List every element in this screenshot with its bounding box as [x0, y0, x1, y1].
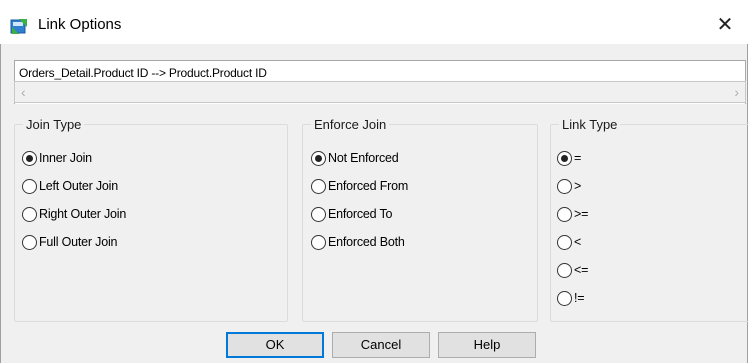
close-icon: ✕	[716, 14, 734, 36]
radio-label: >=	[574, 207, 589, 221]
radio-label: Left Outer Join	[39, 179, 118, 193]
radio-enforced-from[interactable]: Enforced From	[311, 177, 408, 195]
radio-full-outer-join[interactable]: Full Outer Join	[22, 233, 117, 251]
radio-link-not-equal[interactable]: !=	[557, 289, 585, 307]
radio-button[interactable]	[311, 178, 326, 194]
radio-link-greater-equal[interactable]: >=	[557, 205, 588, 223]
radio-button[interactable]	[22, 178, 37, 194]
join-type-title: Join Type	[23, 117, 85, 132]
enforce-join-title: Enforce Join	[311, 117, 390, 132]
radio-label: Full Outer Join	[39, 235, 118, 249]
horizontal-scrollbar[interactable]: ‹ ›	[14, 81, 746, 103]
radio-link-equal[interactable]: =	[557, 149, 581, 167]
radio-enforced-to[interactable]: Enforced To	[311, 205, 392, 223]
radio-button[interactable]	[557, 290, 572, 306]
radio-label: Enforced Both	[328, 235, 405, 249]
radio-left-outer-join[interactable]: Left Outer Join	[22, 177, 118, 195]
radio-link-less-equal[interactable]: <=	[557, 261, 588, 279]
radio-button[interactable]	[311, 234, 326, 250]
scroll-left-icon[interactable]: ‹	[21, 84, 26, 100]
radio-link-less[interactable]: <	[557, 233, 581, 251]
radio-label: Enforced From	[328, 179, 409, 193]
radio-button-checked[interactable]	[22, 150, 37, 166]
ok-button[interactable]: OK	[226, 332, 324, 358]
radio-button-checked[interactable]	[311, 150, 326, 166]
title-bar: Link Options ✕	[0, 0, 748, 44]
link-type-title: Link Type	[559, 117, 621, 132]
radio-button[interactable]	[557, 234, 572, 250]
radio-button[interactable]	[557, 206, 572, 222]
close-button[interactable]: ✕	[708, 8, 742, 42]
radio-label: Right Outer Join	[39, 207, 127, 221]
link-options-app-icon	[10, 19, 27, 34]
radio-label: <=	[574, 263, 589, 277]
radio-button[interactable]	[311, 206, 326, 222]
radio-label: !=	[574, 291, 585, 305]
radio-label: >	[574, 179, 582, 193]
radio-button-checked[interactable]	[557, 150, 572, 166]
radio-inner-join[interactable]: Inner Join	[22, 149, 92, 167]
radio-link-greater[interactable]: >	[557, 177, 581, 195]
radio-label: Enforced To	[328, 207, 393, 221]
radio-label: Not Enforced	[328, 151, 399, 165]
radio-enforced-both[interactable]: Enforced Both	[311, 233, 405, 251]
radio-button[interactable]	[557, 178, 572, 194]
radio-label: =	[574, 151, 582, 165]
radio-label: <	[574, 235, 582, 249]
link-expression: Orders_Detail.Product ID --> Product.Pro…	[19, 66, 267, 80]
radio-not-enforced[interactable]: Not Enforced	[311, 149, 399, 167]
radio-button[interactable]	[22, 206, 37, 222]
scroll-right-icon[interactable]: ›	[734, 84, 739, 100]
help-button[interactable]: Help	[438, 332, 536, 358]
radio-button[interactable]	[22, 234, 37, 250]
cancel-button[interactable]: Cancel	[332, 332, 430, 358]
window-title: Link Options	[38, 16, 122, 33]
radio-label: Inner Join	[39, 151, 92, 165]
radio-button[interactable]	[557, 262, 572, 278]
radio-right-outer-join[interactable]: Right Outer Join	[22, 205, 126, 223]
